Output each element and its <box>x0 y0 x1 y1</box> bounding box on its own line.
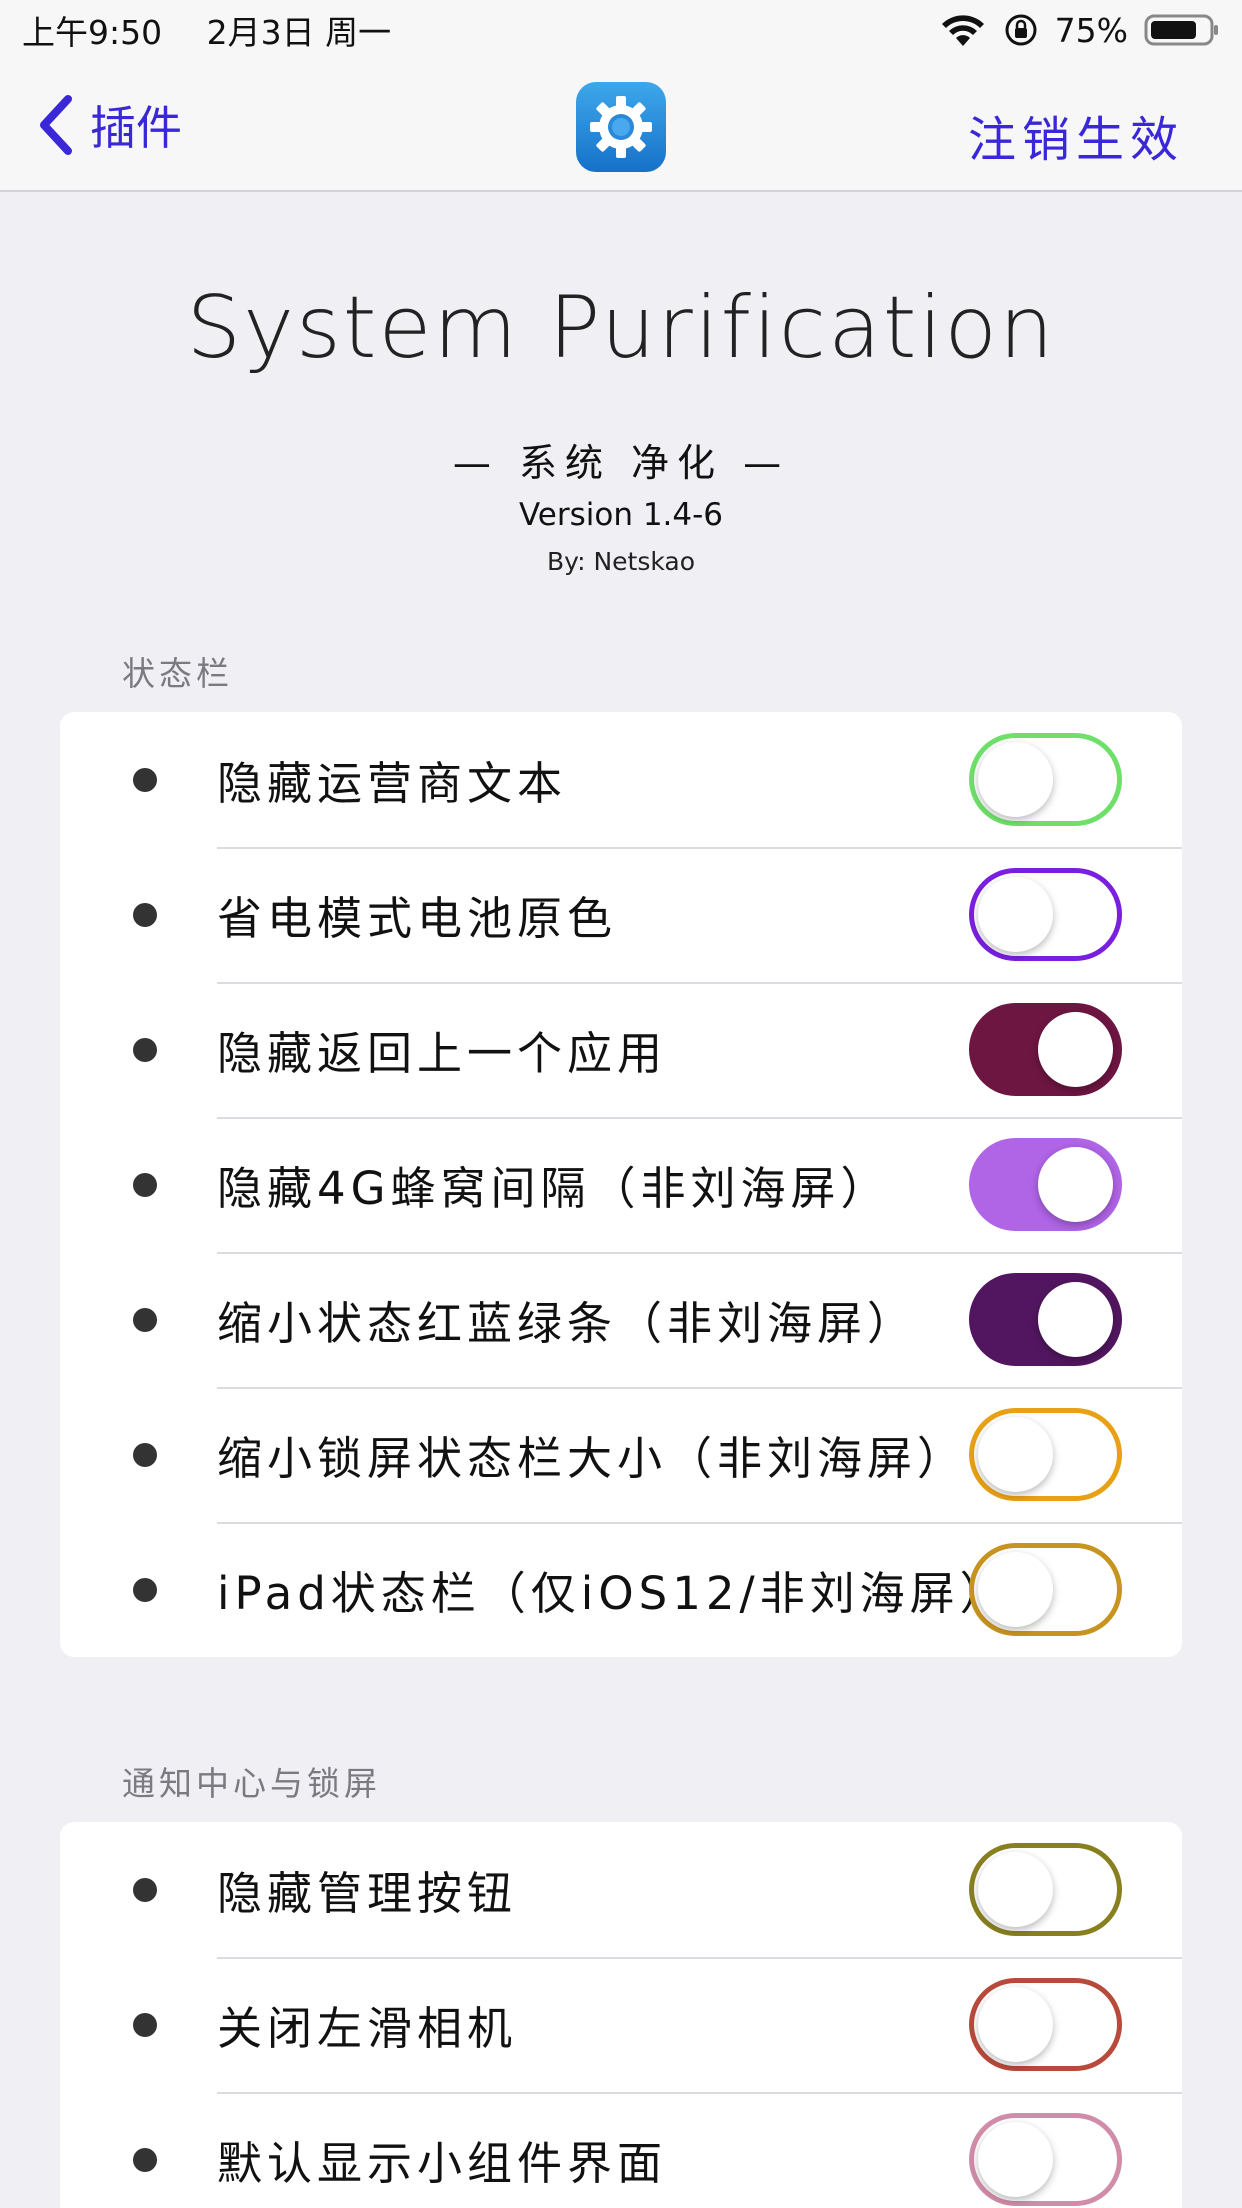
toggle-knob <box>978 742 1053 817</box>
version-label: Version 1.4-6 <box>518 497 724 533</box>
toggle-knob <box>978 1987 1053 2062</box>
toggle-knob <box>978 877 1053 952</box>
page-title: System Purification <box>186 278 1056 378</box>
toggle-knob <box>978 1417 1053 1492</box>
list-item: 缩小状态红蓝绿条（非刘海屏） <box>60 1252 1182 1387</box>
status-time: 上午9:50 <box>22 13 163 52</box>
bullet-icon <box>133 767 157 792</box>
list-item: iPad状态栏（仅iOS12/非刘海屏） <box>60 1522 1182 1657</box>
gear-icon <box>576 82 666 172</box>
toggle-knob <box>1038 1012 1113 1087</box>
toggle-knob <box>978 1552 1053 1627</box>
row-label: iPad状态栏（仅iOS12/非刘海屏） <box>217 1567 1010 1620</box>
toggle-switch[interactable] <box>969 2113 1122 2206</box>
chevron-left-icon <box>40 95 72 155</box>
bullet-icon <box>133 1877 157 1902</box>
row-label: 默认显示小组件界面 <box>217 2137 668 2190</box>
battery-icon <box>1144 14 1218 46</box>
bullet-icon <box>133 1307 157 1332</box>
row-label: 隐藏管理按钮 <box>217 1867 518 1920</box>
list-item: 缩小锁屏状态栏大小（非刘海屏） <box>60 1387 1182 1522</box>
status-right: 75% <box>939 11 1220 50</box>
status-date: 2月3日 周一 <box>206 13 392 52</box>
author-label: By: Netskao <box>546 547 696 576</box>
back-button[interactable]: 插件 <box>36 90 182 160</box>
row-label: 缩小状态红蓝绿条（非刘海屏） <box>217 1297 918 1350</box>
bullet-icon <box>133 1577 157 1602</box>
toggle-switch[interactable] <box>969 1273 1122 1366</box>
navigation-bar: 插件 注销生效 <box>0 60 1242 192</box>
toggle-switch[interactable] <box>969 868 1122 961</box>
bullet-icon <box>133 902 157 927</box>
toggle-knob <box>1038 1282 1113 1357</box>
section-header-notification-center: 通知中心与锁屏 <box>122 1764 381 1803</box>
toggle-switch[interactable] <box>969 1978 1122 2071</box>
row-label: 关闭左滑相机 <box>217 2002 518 2055</box>
bullet-icon <box>133 2147 157 2172</box>
wifi-icon <box>941 15 984 46</box>
row-label: 缩小锁屏状态栏大小（非刘海屏） <box>217 1432 968 1485</box>
list-item: 默认显示小组件界面 <box>60 2092 1182 2208</box>
toggle-switch[interactable] <box>969 733 1122 826</box>
logout-apply-button[interactable]: 注销生效 <box>968 100 1184 170</box>
list-item: 省电模式电池原色 <box>60 847 1182 982</box>
bullet-icon <box>133 1037 157 1062</box>
page-subtitle: — 系统 净化 — <box>452 441 790 485</box>
toggle-switch[interactable] <box>969 1843 1122 1936</box>
toggle-switch[interactable] <box>969 1138 1122 1231</box>
battery-percent: 75% <box>1054 10 1128 50</box>
toggle-switch[interactable] <box>969 1408 1122 1501</box>
list-item: 隐藏4G蜂窝间隔（非刘海屏） <box>60 1117 1182 1252</box>
row-label: 隐藏返回上一个应用 <box>217 1027 668 1080</box>
settings-group-status-bar: 隐藏运营商文本 省电模式电池原色 隐藏返回上一个应用 隐藏4G蜂窝间隔（非刘海屏… <box>60 712 1182 1657</box>
list-item: 隐藏管理按钮 <box>60 1822 1182 1957</box>
bullet-icon <box>133 1442 157 1467</box>
back-button-label: 插件 <box>90 101 182 155</box>
list-item: 隐藏返回上一个应用 <box>60 982 1182 1117</box>
status-left: 上午9:50 2月3日 周一 <box>22 6 425 54</box>
status-bar: 上午9:50 2月3日 周一 75% <box>0 0 1242 60</box>
section-header-status-bar: 状态栏 <box>122 654 233 693</box>
gear-icon-glyph <box>590 96 652 158</box>
row-label: 隐藏4G蜂窝间隔（非刘海屏） <box>217 1162 891 1215</box>
toggle-knob <box>978 2122 1053 2197</box>
settings-group-notification-center: 隐藏管理按钮 关闭左滑相机 默认显示小组件界面 <box>60 1822 1182 2208</box>
toggle-knob <box>1038 1147 1113 1222</box>
toggle-switch[interactable] <box>969 1003 1122 1096</box>
bullet-icon <box>133 2012 157 2037</box>
toggle-knob <box>978 1852 1053 1927</box>
rotation-lock-icon <box>1005 14 1037 46</box>
list-item: 关闭左滑相机 <box>60 1957 1182 2092</box>
bullet-icon <box>133 1172 157 1197</box>
list-item: 隐藏运营商文本 <box>60 712 1182 847</box>
row-label: 隐藏运营商文本 <box>217 757 568 810</box>
row-label: 省电模式电池原色 <box>217 892 618 945</box>
toggle-switch[interactable] <box>969 1543 1122 1636</box>
